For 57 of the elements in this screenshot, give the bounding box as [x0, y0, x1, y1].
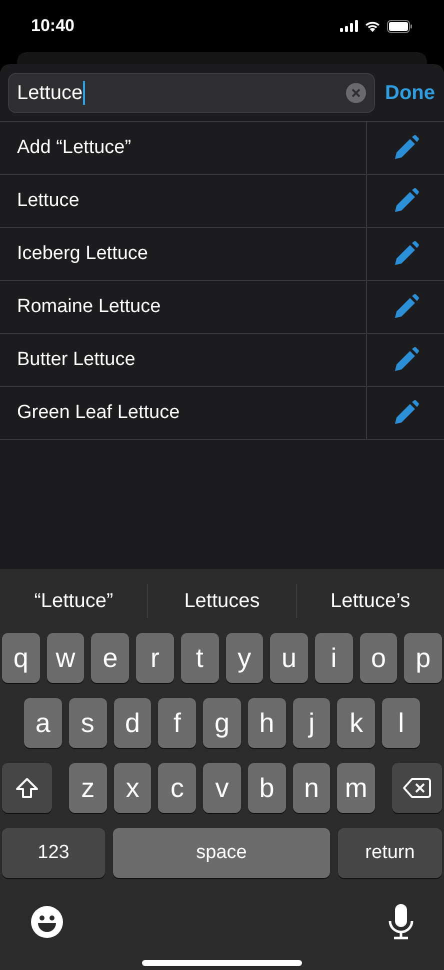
search-field[interactable]: Lettuce	[8, 72, 375, 112]
keyboard-key[interactable]: k	[337, 698, 376, 748]
keyboard-key[interactable]: v	[203, 763, 241, 813]
suggestion-row[interactable]: Add “Lettuce”	[17, 134, 132, 162]
keyboard-key[interactable]: a	[24, 698, 62, 748]
pencil-icon[interactable]	[392, 400, 418, 426]
done-button[interactable]: Done	[385, 78, 435, 108]
keyboard-key[interactable]: y	[226, 633, 264, 683]
keyboard-key[interactable]: u	[270, 633, 308, 683]
keyboard-key[interactable]: t	[180, 633, 219, 683]
shift-icon	[15, 777, 39, 799]
pencil-icon[interactable]	[392, 241, 418, 267]
word-suggestion[interactable]: Lettuce’s	[330, 586, 410, 616]
clear-icon[interactable]	[346, 82, 366, 102]
keyboard-key[interactable]: c	[158, 763, 196, 813]
word-suggestion[interactable]: Lettuces	[184, 586, 260, 616]
keyboard-key[interactable]: 123	[2, 828, 105, 878]
wifi-icon	[364, 20, 381, 32]
keyboard-key[interactable]: j	[292, 698, 330, 748]
keyboard-key[interactable]: space	[113, 828, 330, 878]
keyboard-key[interactable]: p	[404, 633, 442, 683]
keyboard-key[interactable]: d	[114, 698, 152, 748]
keyboard-key[interactable]: l	[382, 698, 420, 748]
keyboard-key[interactable]: z	[69, 763, 107, 813]
keyboard-key[interactable]: n	[292, 763, 330, 813]
keyboard-key[interactable]: q	[2, 633, 40, 683]
suggestion-row[interactable]: Green Leaf Lettuce	[17, 398, 180, 428]
pencil-icon[interactable]	[392, 294, 418, 320]
suggestion-row[interactable]: Butter Lettuce	[17, 346, 136, 374]
suggestion-row[interactable]: Iceberg Lettuce	[17, 240, 148, 268]
keyboard-key[interactable]: g	[203, 698, 241, 748]
microphone-icon[interactable]	[388, 904, 414, 940]
pencil-icon[interactable]	[392, 135, 418, 161]
keyboard-key[interactable]: return	[338, 828, 442, 878]
keyboard-key[interactable]: b	[248, 763, 286, 813]
keyboard-key[interactable]: i	[314, 633, 353, 683]
delete-icon	[403, 778, 432, 798]
keyboard-key[interactable]: f	[158, 698, 196, 748]
emoji-icon[interactable]	[30, 905, 64, 939]
battery-icon	[387, 20, 413, 32]
delete-key[interactable]	[392, 763, 442, 813]
keyboard-key[interactable]: m	[337, 763, 376, 813]
word-suggestion[interactable]: “Lettuce”	[34, 586, 114, 616]
keyboard-key[interactable]: w	[46, 633, 84, 683]
suggestion-row[interactable]: Romaine Lettuce	[17, 292, 161, 322]
status-time: 10:40	[31, 15, 74, 38]
keyboard-key[interactable]: h	[248, 698, 286, 748]
pencil-icon[interactable]	[392, 347, 418, 373]
signal-icon	[340, 20, 358, 32]
suggestion-row[interactable]: Lettuce	[17, 186, 80, 216]
keyboard-key[interactable]: x	[114, 763, 152, 813]
pencil-icon[interactable]	[392, 188, 418, 214]
keyboard-key[interactable]: e	[91, 633, 130, 683]
keyboard-key[interactable]: r	[136, 633, 174, 683]
keyboard-key[interactable]: s	[68, 698, 107, 748]
keyboard-key[interactable]: o	[360, 633, 398, 683]
shift-key[interactable]	[2, 763, 52, 813]
